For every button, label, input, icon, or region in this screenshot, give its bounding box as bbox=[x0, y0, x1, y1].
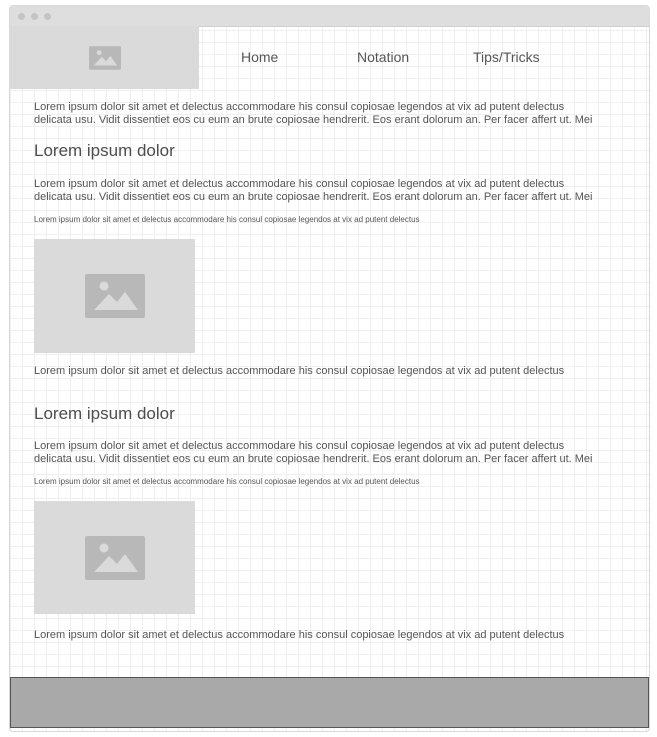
paragraph-line: Lorem ipsum dolor sit amet et delectus a… bbox=[34, 178, 565, 190]
paragraph-line: Lorem ipsum dolor sit amet et delectus a… bbox=[34, 101, 565, 113]
image-placeholder bbox=[34, 501, 195, 614]
footer bbox=[10, 677, 649, 728]
section-heading: Lorem ipsum dolor bbox=[34, 404, 175, 423]
browser-window: Home Notation Tips/Tricks Lorem ipsum do… bbox=[9, 5, 650, 732]
image-caption: Lorem ipsum dolor sit amet et delectus a… bbox=[34, 365, 565, 377]
image-caption: Lorem ipsum dolor sit amet et delectus a… bbox=[34, 629, 565, 641]
intro-paragraph: Lorem ipsum dolor sit amet et delectus a… bbox=[34, 101, 634, 127]
image-placeholder-icon bbox=[84, 535, 145, 580]
paragraph-line: Lorem ipsum dolor sit amet et delectus a… bbox=[34, 440, 565, 452]
window-dot[interactable] bbox=[31, 13, 38, 20]
section-heading: Lorem ipsum dolor bbox=[34, 141, 175, 160]
image-placeholder-icon bbox=[84, 274, 145, 318]
paragraph-line: delicata usu. Vidit dissentiet eos cu eu… bbox=[34, 114, 593, 126]
image-placeholder-icon bbox=[88, 45, 121, 70]
paragraph-line: delicata usu. Vidit dissentiet eos cu eu… bbox=[34, 453, 593, 465]
paragraph-line: delicata usu. Vidit dissentiet eos cu eu… bbox=[34, 191, 593, 203]
title-bar bbox=[10, 6, 649, 27]
small-text: Lorem ipsum dolor sit amet et delectus a… bbox=[34, 215, 420, 224]
nav-home[interactable]: Home bbox=[241, 26, 278, 89]
nav-tips-tricks[interactable]: Tips/Tricks bbox=[473, 26, 540, 89]
section-paragraph: Lorem ipsum dolor sit amet et delectus a… bbox=[34, 440, 634, 466]
small-text: Lorem ipsum dolor sit amet et delectus a… bbox=[34, 477, 420, 486]
image-placeholder bbox=[34, 239, 195, 353]
window-dot[interactable] bbox=[44, 13, 51, 20]
logo-placeholder[interactable] bbox=[10, 26, 199, 89]
section-paragraph: Lorem ipsum dolor sit amet et delectus a… bbox=[34, 178, 634, 204]
window-dot[interactable] bbox=[18, 13, 25, 20]
nav-notation[interactable]: Notation bbox=[357, 26, 409, 89]
